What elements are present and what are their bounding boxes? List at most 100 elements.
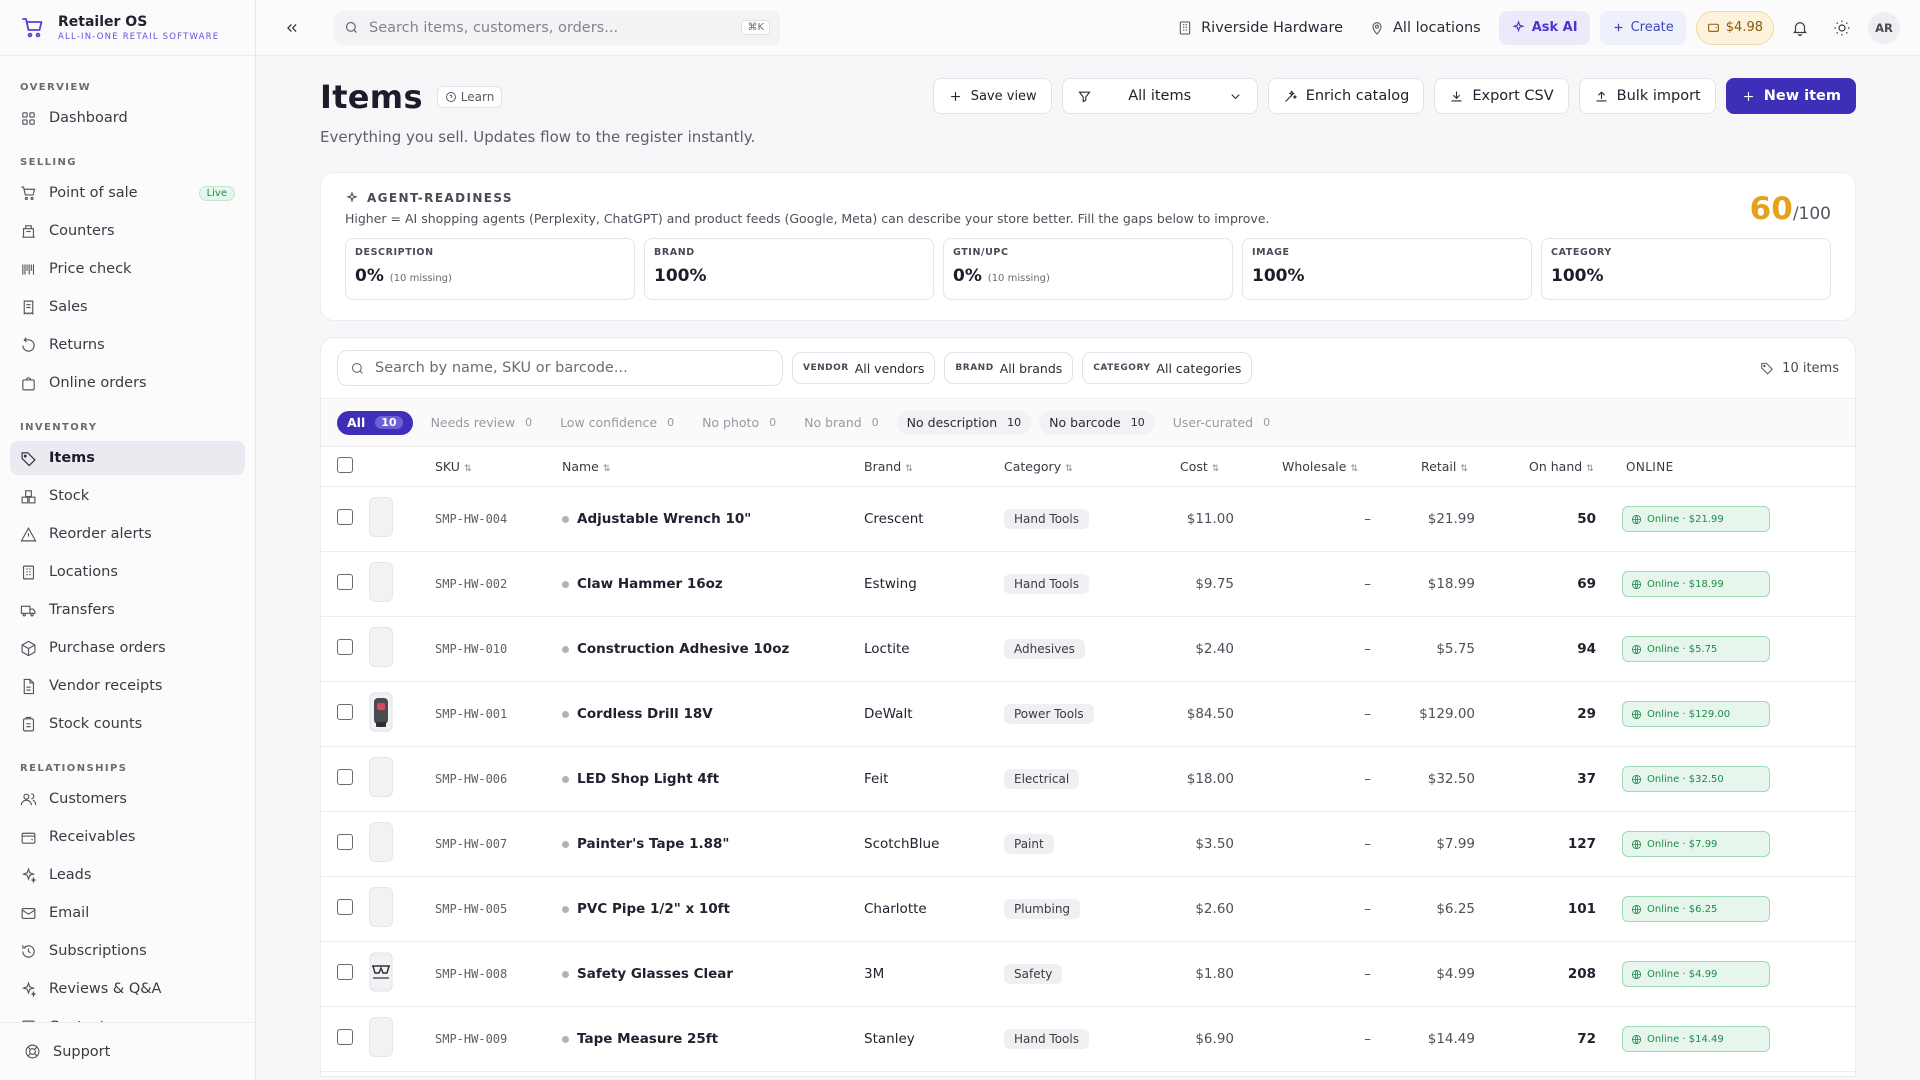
column-cost[interactable]: Cost ⇅ xyxy=(1180,447,1234,487)
online-status-pill[interactable]: Online · $4.99 xyxy=(1622,961,1770,987)
sidebar-item-items[interactable]: Items xyxy=(10,441,245,475)
sidebar-item-reorder-alerts[interactable]: Reorder alerts xyxy=(10,517,245,551)
sidebar-item-online-orders[interactable]: Online orders xyxy=(10,366,245,400)
user-avatar[interactable]: AR xyxy=(1868,11,1900,44)
row-checkbox[interactable] xyxy=(337,1029,353,1045)
sidebar-item-purchase-orders[interactable]: Purchase orders xyxy=(10,631,245,665)
sidebar-item-counters[interactable]: Counters xyxy=(10,214,245,248)
sidebar-item-point-of-sale[interactable]: Point of sale Live xyxy=(10,176,245,210)
table-row[interactable]: SMP-HW-010 Construction Adhesive 10oz Lo… xyxy=(321,617,1855,682)
brand-filter[interactable]: BRAND All brands xyxy=(944,352,1074,384)
item-name[interactable]: Claw Hammer 16oz xyxy=(577,576,723,592)
credit-balance[interactable]: $4.98 xyxy=(1695,10,1774,45)
sidebar-item-returns[interactable]: Returns xyxy=(10,328,245,362)
column-category[interactable]: Category ⇅ xyxy=(1004,447,1180,487)
readiness-metric-image[interactable]: IMAGE 100% xyxy=(1242,238,1532,300)
item-name[interactable]: LED Shop Light 4ft xyxy=(577,771,719,787)
table-row[interactable]: SMP-HW-001 Cordless Drill 18V DeWalt Pow… xyxy=(321,682,1855,747)
tab-all[interactable]: All 10 xyxy=(337,410,413,435)
readiness-metric-category[interactable]: CATEGORY 100% xyxy=(1541,238,1831,300)
row-checkbox[interactable] xyxy=(337,704,353,720)
store-switcher[interactable]: Riverside Hardware xyxy=(1169,11,1351,45)
column-brand[interactable]: Brand ⇅ xyxy=(864,447,1004,487)
item-search-input[interactable]: Search by name, SKU or barcode... xyxy=(337,350,783,386)
online-status-pill[interactable]: Online · $6.25 xyxy=(1622,896,1770,922)
column-sku[interactable]: SKU ⇅ xyxy=(435,447,562,487)
name-cell[interactable]: Cordless Drill 18V xyxy=(562,682,864,747)
sidebar-item-email[interactable]: Email xyxy=(10,896,245,930)
sidebar-item-contacts[interactable]: Contacts xyxy=(10,1010,245,1022)
table-row[interactable]: SMP-HW-002 Claw Hammer 16oz Estwing Hand… xyxy=(321,552,1855,617)
item-name[interactable]: Construction Adhesive 10oz xyxy=(577,641,789,657)
row-checkbox[interactable] xyxy=(337,574,353,590)
sidebar-item-sales[interactable]: Sales xyxy=(10,290,245,324)
new-item-button[interactable]: New item xyxy=(1725,78,1856,114)
tab-no-photo[interactable]: No photo 0 xyxy=(692,411,786,435)
tab-no-barcode[interactable]: No barcode 10 xyxy=(1039,410,1155,435)
row-checkbox[interactable] xyxy=(337,964,353,980)
table-row[interactable]: SMP-HW-006 LED Shop Light 4ft Feit Elect… xyxy=(321,747,1855,812)
vendor-filter[interactable]: VENDOR All vendors xyxy=(792,352,936,384)
create-button[interactable]: Create xyxy=(1599,10,1686,45)
table-row[interactable]: SMP-HW-007 Painter's Tape 1.88" ScotchBl… xyxy=(321,812,1855,877)
enrich-catalog-button[interactable]: Enrich catalog xyxy=(1267,78,1425,114)
row-checkbox[interactable] xyxy=(337,769,353,785)
ask-ai-button[interactable]: Ask AI xyxy=(1498,10,1590,45)
name-cell[interactable]: LED Shop Light 4ft xyxy=(562,747,864,812)
name-cell[interactable]: Painter's Tape 1.88" xyxy=(562,812,864,877)
theme-toggle[interactable] xyxy=(1826,12,1858,44)
sidebar-item-vendor-receipts[interactable]: Vendor receipts xyxy=(10,669,245,703)
item-name[interactable]: PVC Pipe 1/2" x 10ft xyxy=(577,901,730,917)
sidebar-item-reviews-q-a[interactable]: Reviews & Q&A xyxy=(10,972,245,1006)
sidebar-item-transfers[interactable]: Transfers xyxy=(10,593,245,627)
column-name[interactable]: Name ⇅ xyxy=(562,447,864,487)
support-link[interactable]: Support xyxy=(0,1022,255,1080)
sidebar-item-subscriptions[interactable]: Subscriptions xyxy=(10,934,245,968)
save-view-button[interactable]: Save view xyxy=(932,78,1052,114)
table-row[interactable]: SMP-HW-005 PVC Pipe 1/2" x 10ft Charlott… xyxy=(321,877,1855,942)
table-row[interactable]: SMP-HW-008 Safety Glasses Clear 3M Safet… xyxy=(321,942,1855,1007)
brand[interactable]: Retailer OS ALL-IN-ONE RETAIL SOFTWARE xyxy=(0,0,255,56)
tab-no-brand[interactable]: No brand 0 xyxy=(794,411,889,435)
location-switcher[interactable]: All locations xyxy=(1361,11,1489,45)
notifications-button[interactable] xyxy=(1784,12,1816,44)
item-name[interactable]: Tape Measure 25ft xyxy=(577,1031,718,1047)
online-status-pill[interactable]: Online · $14.49 xyxy=(1622,1026,1770,1052)
name-cell[interactable]: Tape Measure 25ft xyxy=(562,1007,864,1072)
column-retail[interactable]: Retail ⇅ xyxy=(1371,447,1475,487)
online-status-pill[interactable]: Online · $129.00 xyxy=(1622,701,1770,727)
row-checkbox[interactable] xyxy=(337,639,353,655)
sidebar-item-receivables[interactable]: Receivables xyxy=(10,820,245,854)
column-wholesale[interactable]: Wholesale ⇅ xyxy=(1234,447,1371,487)
name-cell[interactable]: Safety Glasses Clear xyxy=(562,942,864,1007)
online-status-pill[interactable]: Online · $18.99 xyxy=(1622,571,1770,597)
online-status-pill[interactable]: Online · $32.50 xyxy=(1622,766,1770,792)
row-checkbox[interactable] xyxy=(337,509,353,525)
readiness-metric-brand[interactable]: BRAND 100% xyxy=(644,238,934,300)
export-csv-button[interactable]: Export CSV xyxy=(1434,78,1569,114)
name-cell[interactable]: Claw Hammer 16oz xyxy=(562,552,864,617)
name-cell[interactable]: PVC Pipe 1/2" x 10ft xyxy=(562,877,864,942)
online-status-pill[interactable]: Online · $21.99 xyxy=(1622,506,1770,532)
readiness-metric-gtin-upc[interactable]: GTIN/UPC 0% (10 missing) xyxy=(943,238,1233,300)
name-cell[interactable]: Construction Adhesive 10oz xyxy=(562,617,864,682)
sidebar-item-stock[interactable]: Stock xyxy=(10,479,245,513)
tab-low-confidence[interactable]: Low confidence 0 xyxy=(550,411,684,435)
online-status-pill[interactable]: Online · $7.99 xyxy=(1622,831,1770,857)
tab-no-description[interactable]: No description 10 xyxy=(896,410,1032,435)
item-name[interactable]: Adjustable Wrench 10" xyxy=(577,511,751,527)
sidebar-item-price-check[interactable]: Price check xyxy=(10,252,245,286)
online-status-pill[interactable]: Online · $5.75 xyxy=(1622,636,1770,662)
bulk-import-button[interactable]: Bulk import xyxy=(1578,78,1716,114)
name-cell[interactable]: Adjustable Wrench 10" xyxy=(562,487,864,552)
sidebar-item-locations[interactable]: Locations xyxy=(10,555,245,589)
row-checkbox[interactable] xyxy=(337,834,353,850)
item-name[interactable]: Safety Glasses Clear xyxy=(577,966,733,982)
sidebar-item-leads[interactable]: Leads xyxy=(10,858,245,892)
row-checkbox[interactable] xyxy=(337,899,353,915)
sidebar-item-stock-counts[interactable]: Stock counts xyxy=(10,707,245,741)
select-all-checkbox[interactable] xyxy=(337,457,353,473)
sidebar-item-customers[interactable]: Customers xyxy=(10,782,245,816)
global-search-input[interactable]: Search items, customers, orders... ⌘K xyxy=(334,10,780,45)
table-row[interactable]: SMP-HW-004 Adjustable Wrench 10" Crescen… xyxy=(321,487,1855,552)
